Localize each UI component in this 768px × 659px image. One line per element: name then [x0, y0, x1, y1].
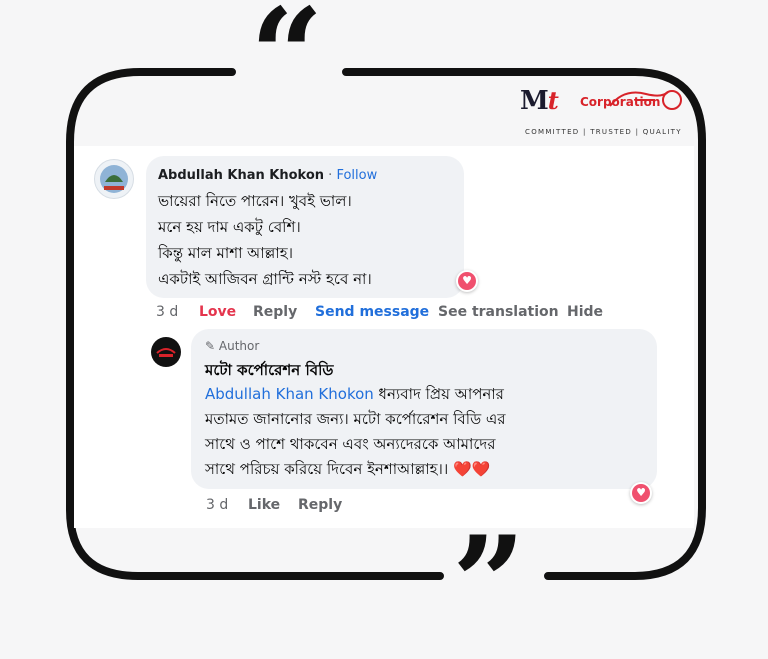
comment-bubble: Abdullah Khan Khokon · Follow ভায়েরা নি… — [146, 156, 478, 298]
send-message-button[interactable]: Send message — [315, 304, 429, 320]
brand-logo: Mt Corporation COMMITTED | TRUSTED | QUA… — [520, 86, 686, 140]
reply-button[interactable]: Reply — [253, 304, 297, 320]
see-translation-button[interactable]: See translation — [438, 304, 559, 320]
reply-author-name[interactable]: মটো কর্পোরেশন বিডি — [205, 359, 333, 384]
reply-text-line: সাথে ও পাশে থাকবেন এবং অন্যদেরকে আমাদের — [205, 435, 496, 453]
mention-link[interactable]: Abdullah Khan Khokon — [205, 385, 374, 403]
hide-button[interactable]: Hide — [567, 304, 603, 320]
logo-corporation-text: Corporation — [580, 95, 661, 109]
logo-tagline: COMMITTED | TRUSTED | QUALITY — [525, 128, 682, 136]
open-quote-mark: “ — [250, 0, 324, 131]
author-separator: · — [324, 168, 337, 183]
love-button[interactable]: Love — [199, 304, 236, 320]
profile-emblem-icon — [100, 165, 128, 193]
comment-author-line: Abdullah Khan Khokon · Follow — [158, 168, 377, 183]
reply-text-line: Abdullah Khan Khokon ধন্যবাদ প্রিয় আপনা… — [205, 383, 504, 408]
follow-link[interactable]: Follow — [336, 168, 377, 183]
like-button[interactable]: Like — [248, 497, 280, 513]
comment-author-name[interactable]: Abdullah Khan Khokon — [158, 168, 324, 183]
author-badge: ✎ Author — [205, 339, 259, 353]
comment-text-line: মনে হয় দাম একটু বেশি। — [158, 218, 301, 236]
close-quote-mark: ” — [452, 509, 526, 659]
love-reaction-icon[interactable]: ♥ — [456, 270, 478, 292]
comment-timestamp[interactable]: 3 d — [156, 304, 178, 320]
reply-text-line: সাথে পরিচয় করিয়ে দিবেন ইনশাআল্লাহ।। ❤️… — [205, 460, 491, 478]
logo-wordmark: Mt — [520, 86, 559, 116]
reply-text-segment: ধন্যবাদ প্রিয় আপনার — [373, 385, 504, 403]
reply-button[interactable]: Reply — [298, 497, 342, 513]
avatar[interactable] — [94, 159, 134, 199]
reply-timestamp[interactable]: 3 d — [206, 497, 228, 513]
comment-text-line: একটাই আজিবন গ্রান্টি নস্ট হবে না। — [158, 270, 372, 288]
reply-avatar[interactable] — [151, 337, 181, 367]
pencil-icon: ✎ — [205, 339, 216, 353]
logo-mark: M — [520, 86, 549, 116]
brand-avatar-icon — [156, 348, 176, 357]
logo-t: t — [547, 86, 559, 115]
comment-text-line: কিন্তু মাল মাশা আল্লাহ। — [158, 244, 293, 262]
reply-bubble: ✎ Author মটো কর্পোরেশন বিডি Abdullah Kha… — [191, 329, 657, 489]
love-reaction-icon[interactable]: ♥ — [630, 482, 652, 504]
author-badge-label: Author — [218, 339, 260, 353]
reply-text-line: মতামত জানানোর জন্য। মটো কর্পোরেশন বিডি এ… — [205, 410, 506, 428]
comment-text-line: ভায়েরা নিতে পারেন। খুবই ভাল। — [158, 192, 352, 210]
